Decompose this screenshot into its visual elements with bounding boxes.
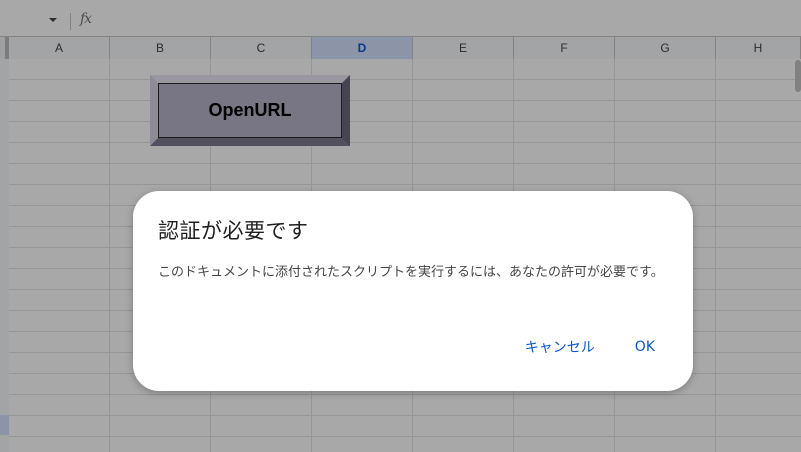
authorization-dialog: 認証が必要です このドキュメントに添付されたスクリプトを実行するには、あなたの許… <box>133 191 693 391</box>
dialog-actions: キャンセル OK <box>493 332 663 362</box>
ok-button[interactable]: OK <box>627 334 663 360</box>
dialog-title: 認証が必要です <box>158 219 309 243</box>
cancel-button[interactable]: キャンセル <box>517 332 603 362</box>
dialog-message: このドキュメントに添付されたスクリプトを実行するには、あなたの許可が必要です。 <box>158 265 664 280</box>
